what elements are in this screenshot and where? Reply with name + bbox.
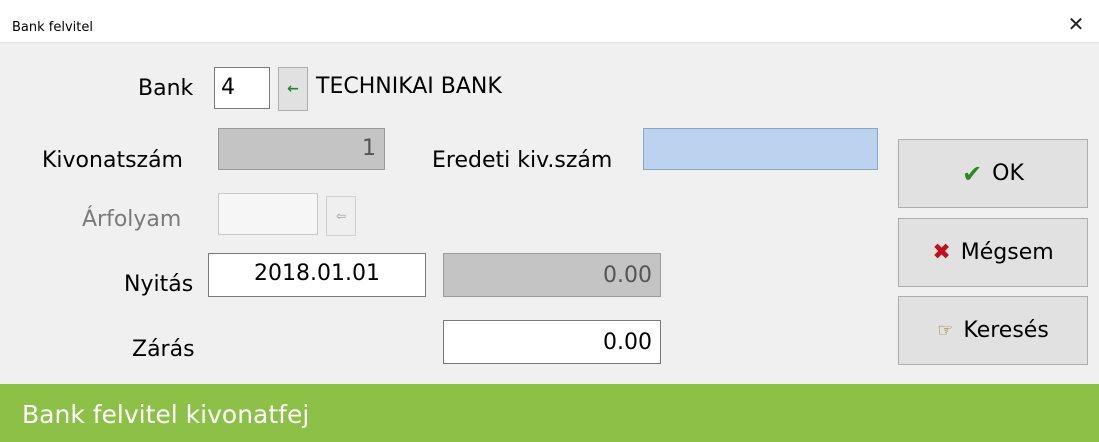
cancel-label: Mégsem	[960, 240, 1054, 265]
close-icon: ✖	[932, 240, 951, 265]
search-button[interactable]: ☞ Keresés	[898, 296, 1088, 365]
zaras-amount-input[interactable]: 0.00	[443, 320, 661, 364]
nyitas-amount-field: 0.00	[443, 253, 661, 297]
check-icon: ✔	[962, 159, 983, 188]
caption-bar: Bank felvitel kivonatfej	[0, 384, 1099, 442]
arrow-left-icon: ⇦	[335, 209, 347, 223]
nyitas-date-input[interactable]: 2018.01.01	[208, 253, 426, 297]
bank-label: Bank	[138, 76, 194, 101]
search-label: Keresés	[963, 318, 1049, 343]
nyitas-label: Nyitás	[124, 272, 194, 297]
cancel-button[interactable]: ✖ Mégsem	[898, 218, 1088, 287]
kivonatszam-field: 1	[218, 128, 385, 170]
caption-text: Bank felvitel kivonatfej	[22, 400, 310, 429]
dialog-window: Bank felvitel ✕ Bank 4 ← TECHNIKAI BANK …	[0, 0, 1099, 384]
window-title: Bank felvitel	[12, 20, 93, 35]
zaras-label: Zárás	[132, 337, 195, 362]
arfolyam-input	[218, 193, 318, 235]
close-button[interactable]: ✕	[1053, 0, 1099, 42]
arfolyam-label: Árfolyam	[82, 207, 182, 232]
ok-button[interactable]: ✔ OK	[898, 139, 1088, 208]
eredeti-kivszam-label: Eredeti kiv.szám	[432, 148, 613, 173]
bank-name: TECHNIKAI BANK	[316, 74, 502, 99]
eredeti-kivszam-input[interactable]	[643, 128, 878, 170]
bank-lookup-button[interactable]: ←	[278, 67, 308, 111]
arrow-left-icon: ←	[287, 81, 299, 97]
title-bar: Bank felvitel ✕	[0, 0, 1099, 43]
ok-label: OK	[992, 161, 1024, 186]
bank-code-input[interactable]: 4	[214, 67, 270, 109]
pointing-hand-icon: ☞	[937, 320, 954, 341]
arfolyam-lookup-button: ⇦	[326, 196, 356, 236]
kivonatszam-label: Kivonatszám	[42, 148, 183, 173]
